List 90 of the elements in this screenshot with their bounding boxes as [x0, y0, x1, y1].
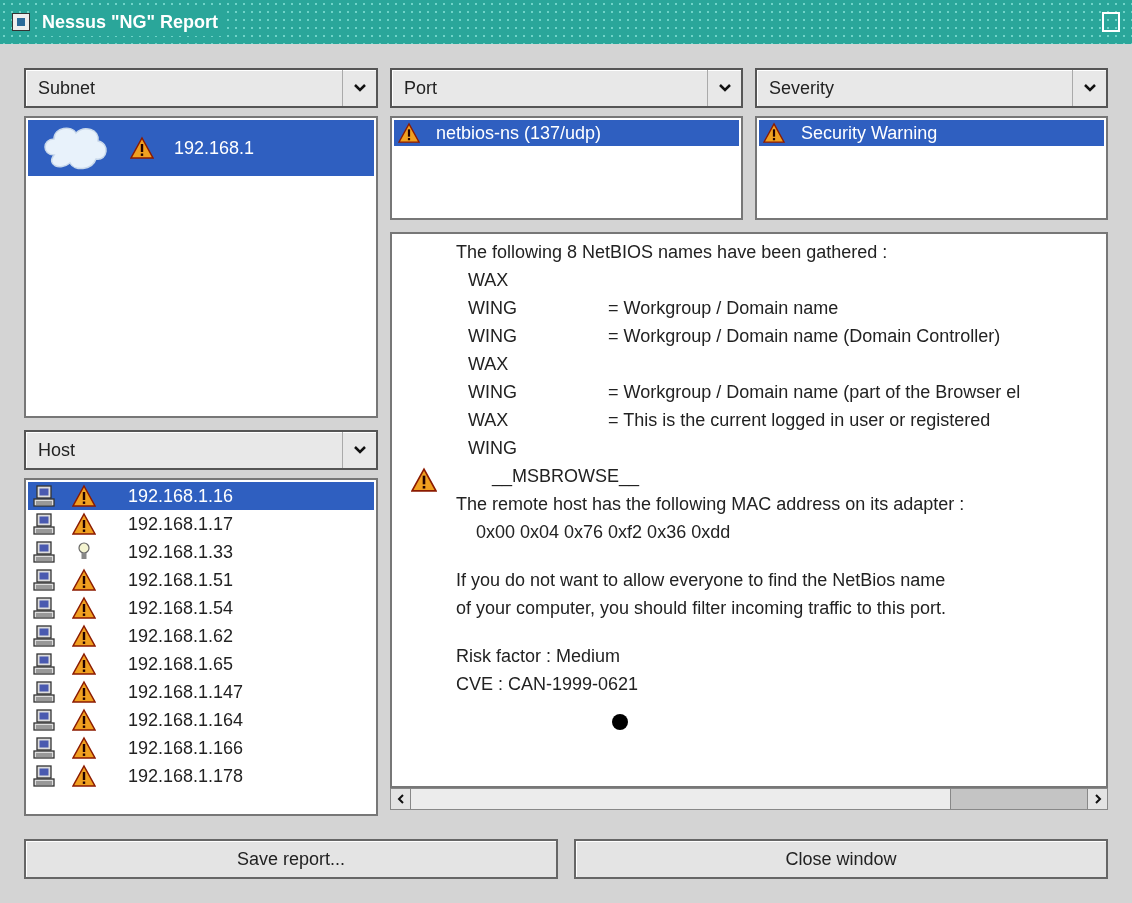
report-line: The following 8 NetBIOS names have been gathered : [456, 241, 889, 264]
netbios-name: WAX [468, 269, 510, 292]
host-row[interactable]: 192.168.1.164 [28, 706, 374, 734]
host-row[interactable]: 192.168.1.54 [28, 594, 374, 622]
warning-icon [72, 764, 96, 788]
dialog-button[interactable]: Save report... [24, 839, 558, 879]
dialog-button[interactable]: Close window [574, 839, 1108, 879]
netbios-description: = This is the current logged in user or registered [608, 409, 991, 432]
warning-icon [411, 467, 437, 493]
warning-icon [763, 122, 785, 144]
host-address: 192.168.1.51 [127, 568, 234, 592]
host-row[interactable]: 192.168.1.62 [28, 622, 374, 650]
item-label: Security Warning [801, 121, 938, 145]
dropdown-label: Subnet [37, 76, 97, 100]
host-row[interactable]: 192.168.1.33 [28, 538, 374, 566]
host-address: 192.168.1.62 [127, 624, 234, 648]
window-menu-icon[interactable] [12, 13, 30, 31]
computer-icon [32, 680, 56, 704]
host-address: 192.168.1.65 [127, 652, 234, 676]
host-row[interactable]: 192.168.1.51 [28, 566, 374, 594]
warning-icon [72, 512, 96, 536]
netbios-name: WAX [468, 409, 510, 432]
host-address: 192.168.1.17 [127, 512, 234, 536]
item-label: 192.168.1 [174, 136, 255, 160]
netbios-name: WING [468, 325, 518, 348]
host-row[interactable]: 192.168.1.147 [28, 678, 374, 706]
maximize-icon[interactable] [1102, 12, 1120, 32]
column-dropdown[interactable]: Port [390, 68, 743, 108]
netbios-description: = Workgroup / Domain name (Domain Controller) [608, 325, 1001, 348]
computer-icon [32, 568, 56, 592]
caret-icon [353, 84, 366, 92]
netbios-name: WAX [468, 353, 510, 376]
host-row[interactable]: 192.168.1.16 [28, 482, 374, 510]
column-dropdown[interactable]: Host [24, 430, 378, 470]
cve-reference: CVE : CAN-1999-0621 [456, 673, 640, 696]
warning-icon [72, 596, 96, 620]
netbios-description: = Workgroup / Domain name (part of the Browser el [608, 381, 1021, 404]
computer-icon [32, 512, 56, 536]
dropdown-label: Severity [768, 76, 836, 100]
netbios-name: WING [468, 297, 518, 320]
warning-icon [72, 708, 96, 732]
warning-icon [72, 624, 96, 648]
dropdown-label: Port [403, 76, 438, 100]
computer-icon [32, 652, 56, 676]
computer-icon [32, 540, 56, 564]
column-dropdown[interactable]: Severity [755, 68, 1108, 108]
host-address: 192.168.1.166 [127, 736, 244, 760]
horizontal-scrollbar[interactable] [390, 788, 1108, 810]
computer-icon [32, 624, 56, 648]
caret-icon [353, 446, 366, 454]
computer-icon [32, 708, 56, 732]
host-address: 192.168.1.16 [127, 484, 234, 508]
caret-icon [1083, 84, 1096, 92]
risk-factor: Risk factor : Medium [456, 645, 622, 668]
warning-icon [72, 484, 96, 508]
warning-icon [72, 736, 96, 760]
warning-icon [72, 568, 96, 592]
host-row[interactable]: 192.168.1.65 [28, 650, 374, 678]
report-line: of your computer, you should filter incoming traffic to this port. [456, 597, 947, 620]
computer-icon [32, 736, 56, 760]
warning-icon [398, 122, 420, 144]
netbios-name: WING [468, 381, 518, 404]
column-dropdown[interactable]: Subnet [24, 68, 378, 108]
caret-icon [718, 84, 731, 92]
dropdown-label: Host [37, 438, 76, 462]
host-address: 192.168.1.33 [127, 540, 234, 564]
computer-icon [32, 596, 56, 620]
host-address: 192.168.1.54 [127, 596, 234, 620]
netbios-name: WING [468, 437, 518, 460]
host-address: 192.168.1.164 [127, 708, 244, 732]
warning-icon [130, 136, 154, 160]
list-item[interactable]: netbios-ns (137/udp) [394, 120, 739, 146]
report-line: If you do not want to allow everyone to find the NetBios name [456, 569, 947, 592]
host-row[interactable]: 192.168.1.166 [28, 734, 374, 762]
list-item[interactable]: 192.168.1 [28, 120, 374, 176]
netbios-name: __MSBROWSE__ [490, 465, 640, 489]
host-address: 192.168.1.178 [127, 764, 244, 788]
host-address: 192.168.1.147 [127, 680, 244, 704]
warning-icon [72, 652, 96, 676]
warning-icon [72, 680, 96, 704]
mac-address: 0x00 0x04 0x76 0xf2 0x36 0xdd [475, 521, 732, 544]
netbios-description: = Workgroup / Domain name [608, 297, 839, 320]
item-label: netbios-ns (137/udp) [436, 121, 602, 145]
computer-icon [32, 484, 56, 508]
list-item[interactable]: Security Warning [759, 120, 1104, 146]
host-row[interactable]: 192.168.1.17 [28, 510, 374, 538]
host-row[interactable]: 192.168.1.178 [28, 762, 374, 790]
computer-icon [32, 764, 56, 788]
report-line: The remote host has the following MAC address on its adapter : [456, 493, 966, 516]
scroll-thumb[interactable] [411, 789, 951, 809]
